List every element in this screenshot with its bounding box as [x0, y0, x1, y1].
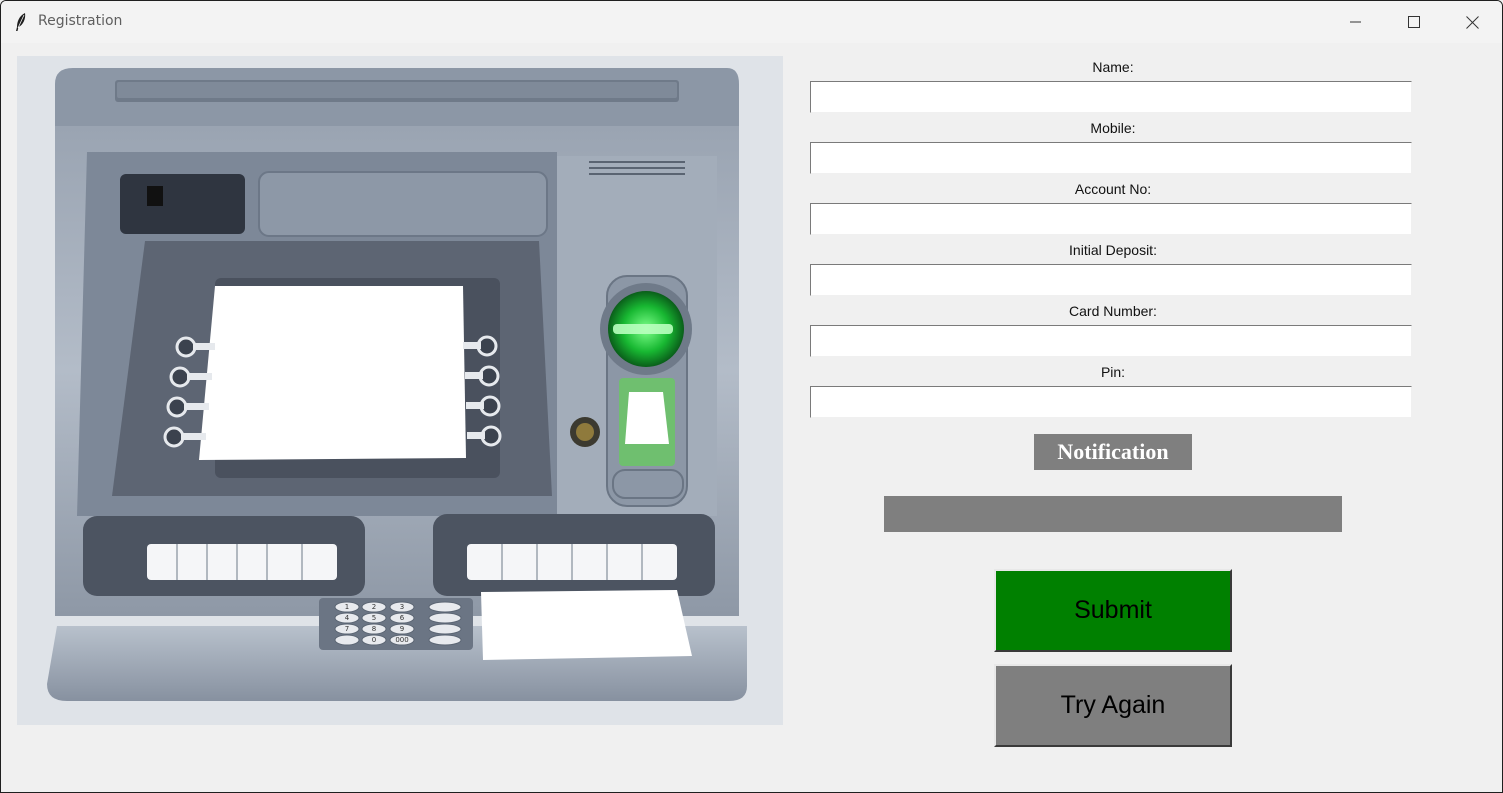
window-title: Registration — [38, 13, 123, 29]
minimize-icon — [1350, 21, 1361, 23]
keypad-key: 3 — [400, 603, 404, 611]
account-no-input[interactable] — [810, 203, 1412, 235]
name-label: Name: — [1092, 59, 1134, 75]
name-input[interactable] — [810, 81, 1412, 113]
try-again-button[interactable]: Try Again — [994, 664, 1232, 747]
atm-machine-image: 1 2 3 4 5 6 7 8 9 0 000 — [17, 56, 783, 725]
keypad-key: 1 — [345, 603, 349, 611]
keypad-key: 6 — [400, 614, 405, 622]
title-bar[interactable]: Registration — [1, 1, 1502, 43]
close-icon — [1465, 15, 1479, 29]
pin-label: Pin: — [1100, 364, 1126, 380]
initial-deposit-input[interactable] — [810, 264, 1412, 296]
close-button[interactable] — [1443, 1, 1501, 43]
maximize-button[interactable] — [1385, 1, 1443, 43]
keypad-key: 8 — [372, 625, 376, 633]
feather-icon — [16, 13, 26, 31]
keypad-key: 5 — [372, 614, 376, 622]
initial-deposit-label: Initial Deposit: — [1069, 242, 1157, 258]
notification-label: Notification — [1034, 434, 1192, 470]
notification-message — [884, 496, 1342, 532]
keypad-key: 7 — [345, 625, 349, 633]
registration-window: Registration 1 2 3 4 5 6 7 8 9 0 000 Nam… — [0, 0, 1503, 793]
mobile-input[interactable] — [810, 142, 1412, 174]
keypad-key: 4 — [345, 614, 350, 622]
keypad-key: 000 — [395, 636, 408, 644]
keypad-key: 2 — [372, 603, 376, 611]
account-no-label: Account No: — [1074, 181, 1152, 197]
keypad-key: 0 — [372, 636, 376, 644]
card-number-input[interactable] — [810, 325, 1412, 357]
submit-button[interactable]: Submit — [994, 569, 1232, 652]
keypad-key: 9 — [400, 625, 404, 633]
maximize-icon — [1408, 16, 1420, 28]
mobile-label: Mobile: — [1090, 120, 1136, 136]
pin-input[interactable] — [810, 386, 1412, 418]
minimize-button[interactable] — [1327, 1, 1385, 43]
card-number-label: Card Number: — [1069, 303, 1157, 319]
